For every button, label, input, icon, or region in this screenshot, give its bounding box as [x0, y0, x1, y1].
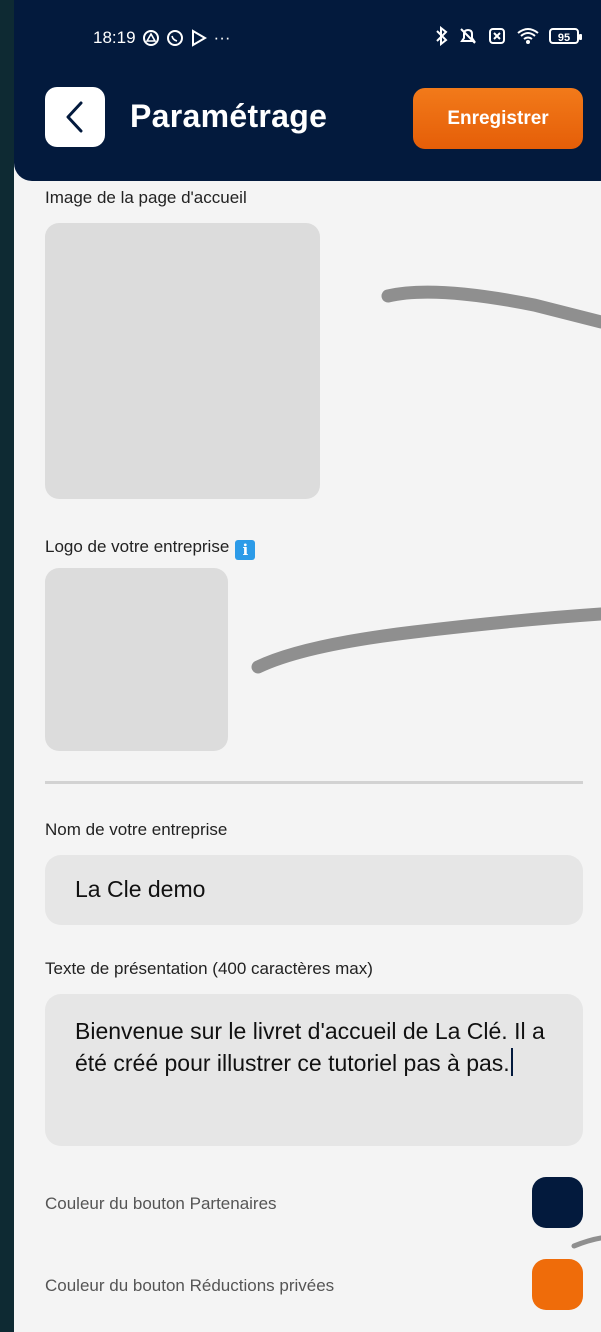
- presentation-value: Bienvenue sur le livret d'accueil de La …: [75, 1018, 545, 1076]
- private-color-swatch[interactable]: [532, 1259, 583, 1310]
- app-screen: 18:19 ··· 95 Paramétrage Enregistrer Ima…: [14, 0, 601, 1332]
- private-color-label: Couleur du bouton Réductions privées: [45, 1276, 335, 1295]
- annotation-stroke: [381, 285, 601, 329]
- partners-color-swatch[interactable]: [532, 1177, 583, 1228]
- company-name-input[interactable]: La Cle demo: [45, 855, 583, 925]
- presentation-textarea[interactable]: Bienvenue sur le livret d'accueil de La …: [45, 994, 583, 1146]
- annotation-stroke: [251, 607, 601, 674]
- presentation-label: Texte de présentation (400 caractères ma…: [45, 959, 373, 978]
- partners-color-label: Couleur du bouton Partenaires: [45, 1194, 277, 1213]
- company-name-label: Nom de votre entreprise: [45, 820, 228, 839]
- annotation-stroke: [571, 1235, 601, 1249]
- company-name-value: La Cle demo: [75, 876, 206, 902]
- section-divider: [45, 781, 583, 784]
- text-cursor: [510, 1048, 513, 1076]
